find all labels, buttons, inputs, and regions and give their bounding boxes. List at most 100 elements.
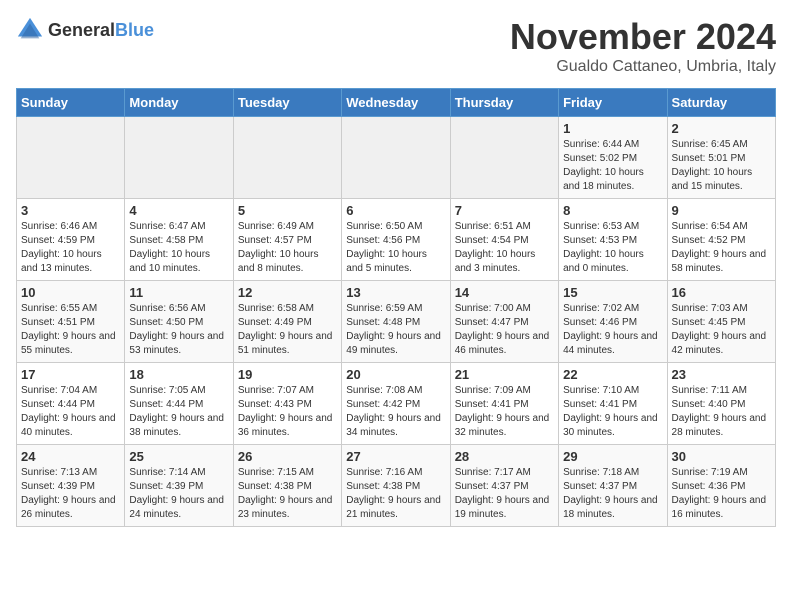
day-number: 20 (346, 367, 445, 382)
day-number: 3 (21, 203, 120, 218)
calendar-cell: 23 Sunrise: 7:11 AM Sunset: 4:40 PM Dayli… (667, 363, 775, 445)
day-info: Sunrise: 7:15 AM Sunset: 4:38 PM Dayligh… (238, 466, 337, 522)
day-info: Sunrise: 7:10 AM Sunset: 4:41 PM Dayligh… (563, 384, 662, 440)
calendar-table: SundayMondayTuesdayWednesdayThursdayFrid… (16, 88, 776, 527)
day-info: Sunrise: 7:11 AM Sunset: 4:40 PM Dayligh… (672, 384, 771, 440)
day-info: Sunrise: 6:44 AM Sunset: 5:02 PM Dayligh… (563, 138, 662, 194)
day-number: 18 (129, 367, 228, 382)
day-number: 6 (346, 203, 445, 218)
day-number: 12 (238, 285, 337, 300)
calendar-cell (17, 117, 125, 199)
calendar-week-4: 24 Sunrise: 7:13 AM Sunset: 4:39 PM Dayli… (17, 445, 776, 527)
day-number: 30 (672, 449, 771, 464)
title-area: November 2024 Gualdo Cattaneo, Umbria, I… (510, 16, 776, 76)
calendar-week-1: 3 Sunrise: 6:46 AM Sunset: 4:59 PM Daylig… (17, 199, 776, 281)
header-friday: Friday (559, 89, 667, 117)
calendar-cell: 6 Sunrise: 6:50 AM Sunset: 4:56 PM Daylig… (342, 199, 450, 281)
day-info: Sunrise: 6:46 AM Sunset: 4:59 PM Dayligh… (21, 220, 120, 276)
day-info: Sunrise: 6:58 AM Sunset: 4:49 PM Dayligh… (238, 302, 337, 358)
calendar-cell: 19 Sunrise: 7:07 AM Sunset: 4:43 PM Dayli… (233, 363, 341, 445)
day-info: Sunrise: 6:55 AM Sunset: 4:51 PM Dayligh… (21, 302, 120, 358)
day-info: Sunrise: 7:17 AM Sunset: 4:37 PM Dayligh… (455, 466, 554, 522)
calendar-cell: 22 Sunrise: 7:10 AM Sunset: 4:41 PM Dayli… (559, 363, 667, 445)
day-number: 17 (21, 367, 120, 382)
header-saturday: Saturday (667, 89, 775, 117)
day-info: Sunrise: 7:07 AM Sunset: 4:43 PM Dayligh… (238, 384, 337, 440)
day-info: Sunrise: 7:19 AM Sunset: 4:36 PM Dayligh… (672, 466, 771, 522)
calendar-cell: 25 Sunrise: 7:14 AM Sunset: 4:39 PM Dayli… (125, 445, 233, 527)
calendar-cell: 9 Sunrise: 6:54 AM Sunset: 4:52 PM Daylig… (667, 199, 775, 281)
calendar-week-0: 1 Sunrise: 6:44 AM Sunset: 5:02 PM Daylig… (17, 117, 776, 199)
header-tuesday: Tuesday (233, 89, 341, 117)
day-number: 28 (455, 449, 554, 464)
day-number: 8 (563, 203, 662, 218)
day-info: Sunrise: 7:03 AM Sunset: 4:45 PM Dayligh… (672, 302, 771, 358)
day-info: Sunrise: 6:50 AM Sunset: 4:56 PM Dayligh… (346, 220, 445, 276)
day-info: Sunrise: 6:47 AM Sunset: 4:58 PM Dayligh… (129, 220, 228, 276)
calendar-cell: 16 Sunrise: 7:03 AM Sunset: 4:45 PM Dayli… (667, 281, 775, 363)
logo-general: General (48, 20, 115, 40)
calendar-cell: 3 Sunrise: 6:46 AM Sunset: 4:59 PM Daylig… (17, 199, 125, 281)
calendar-cell: 21 Sunrise: 7:09 AM Sunset: 4:41 PM Dayli… (450, 363, 558, 445)
location-title: Gualdo Cattaneo, Umbria, Italy (510, 58, 776, 76)
day-number: 11 (129, 285, 228, 300)
calendar-week-2: 10 Sunrise: 6:55 AM Sunset: 4:51 PM Dayli… (17, 281, 776, 363)
calendar-cell: 28 Sunrise: 7:17 AM Sunset: 4:37 PM Dayli… (450, 445, 558, 527)
calendar-cell: 27 Sunrise: 7:16 AM Sunset: 4:38 PM Dayli… (342, 445, 450, 527)
header: GeneralBlue November 2024 Gualdo Cattane… (16, 16, 776, 76)
day-info: Sunrise: 6:54 AM Sunset: 4:52 PM Dayligh… (672, 220, 771, 276)
day-number: 22 (563, 367, 662, 382)
day-info: Sunrise: 7:08 AM Sunset: 4:42 PM Dayligh… (346, 384, 445, 440)
calendar-cell (342, 117, 450, 199)
day-info: Sunrise: 7:18 AM Sunset: 4:37 PM Dayligh… (563, 466, 662, 522)
month-title: November 2024 (510, 16, 776, 58)
calendar-cell: 5Sunrise: 6:49 AM Sunset: 4:57 PM Daylig… (233, 199, 341, 281)
calendar-cell: 13 Sunrise: 6:59 AM Sunset: 4:48 PM Dayli… (342, 281, 450, 363)
calendar-cell: 10 Sunrise: 6:55 AM Sunset: 4:51 PM Dayli… (17, 281, 125, 363)
header-monday: Monday (125, 89, 233, 117)
calendar-cell: 15Sunrise: 7:02 AM Sunset: 4:46 PM Dayli… (559, 281, 667, 363)
day-info: Sunrise: 7:14 AM Sunset: 4:39 PM Dayligh… (129, 466, 228, 522)
day-number: 26 (238, 449, 337, 464)
day-number: 14 (455, 285, 554, 300)
day-number: 19 (238, 367, 337, 382)
day-info: Sunrise: 7:05 AM Sunset: 4:44 PM Dayligh… (129, 384, 228, 440)
day-number: 16 (672, 285, 771, 300)
day-info: Sunrise: 7:00 AM Sunset: 4:47 PM Dayligh… (455, 302, 554, 358)
day-number: 21 (455, 367, 554, 382)
calendar-header-row: SundayMondayTuesdayWednesdayThursdayFrid… (17, 89, 776, 117)
calendar-cell: 8Sunrise: 6:53 AM Sunset: 4:53 PM Daylig… (559, 199, 667, 281)
header-wednesday: Wednesday (342, 89, 450, 117)
day-info: Sunrise: 7:09 AM Sunset: 4:41 PM Dayligh… (455, 384, 554, 440)
day-number: 24 (21, 449, 120, 464)
day-info: Sunrise: 7:02 AM Sunset: 4:46 PM Dayligh… (563, 302, 662, 358)
day-info: Sunrise: 6:49 AM Sunset: 4:57 PM Dayligh… (238, 220, 337, 276)
header-thursday: Thursday (450, 89, 558, 117)
day-number: 27 (346, 449, 445, 464)
calendar-cell: 11 Sunrise: 6:56 AM Sunset: 4:50 PM Dayli… (125, 281, 233, 363)
calendar-cell: 2Sunrise: 6:45 AM Sunset: 5:01 PM Daylig… (667, 117, 775, 199)
header-sunday: Sunday (17, 89, 125, 117)
calendar-cell: 1 Sunrise: 6:44 AM Sunset: 5:02 PM Daylig… (559, 117, 667, 199)
calendar-cell (233, 117, 341, 199)
day-number: 13 (346, 285, 445, 300)
calendar-cell: 12 Sunrise: 6:58 AM Sunset: 4:49 PM Dayli… (233, 281, 341, 363)
day-info: Sunrise: 6:59 AM Sunset: 4:48 PM Dayligh… (346, 302, 445, 358)
calendar-cell: 29Sunrise: 7:18 AM Sunset: 4:37 PM Dayli… (559, 445, 667, 527)
day-number: 23 (672, 367, 771, 382)
day-info: Sunrise: 7:16 AM Sunset: 4:38 PM Dayligh… (346, 466, 445, 522)
day-info: Sunrise: 6:56 AM Sunset: 4:50 PM Dayligh… (129, 302, 228, 358)
day-info: Sunrise: 7:04 AM Sunset: 4:44 PM Dayligh… (21, 384, 120, 440)
day-number: 2 (672, 121, 771, 136)
day-number: 10 (21, 285, 120, 300)
calendar-cell: 30 Sunrise: 7:19 AM Sunset: 4:36 PM Dayli… (667, 445, 775, 527)
day-info: Sunrise: 7:13 AM Sunset: 4:39 PM Dayligh… (21, 466, 120, 522)
calendar-cell (450, 117, 558, 199)
logo-icon (16, 16, 44, 44)
day-number: 1 (563, 121, 662, 136)
day-number: 9 (672, 203, 771, 218)
calendar-week-3: 17 Sunrise: 7:04 AM Sunset: 4:44 PM Dayli… (17, 363, 776, 445)
day-number: 25 (129, 449, 228, 464)
day-number: 7 (455, 203, 554, 218)
calendar-cell (125, 117, 233, 199)
